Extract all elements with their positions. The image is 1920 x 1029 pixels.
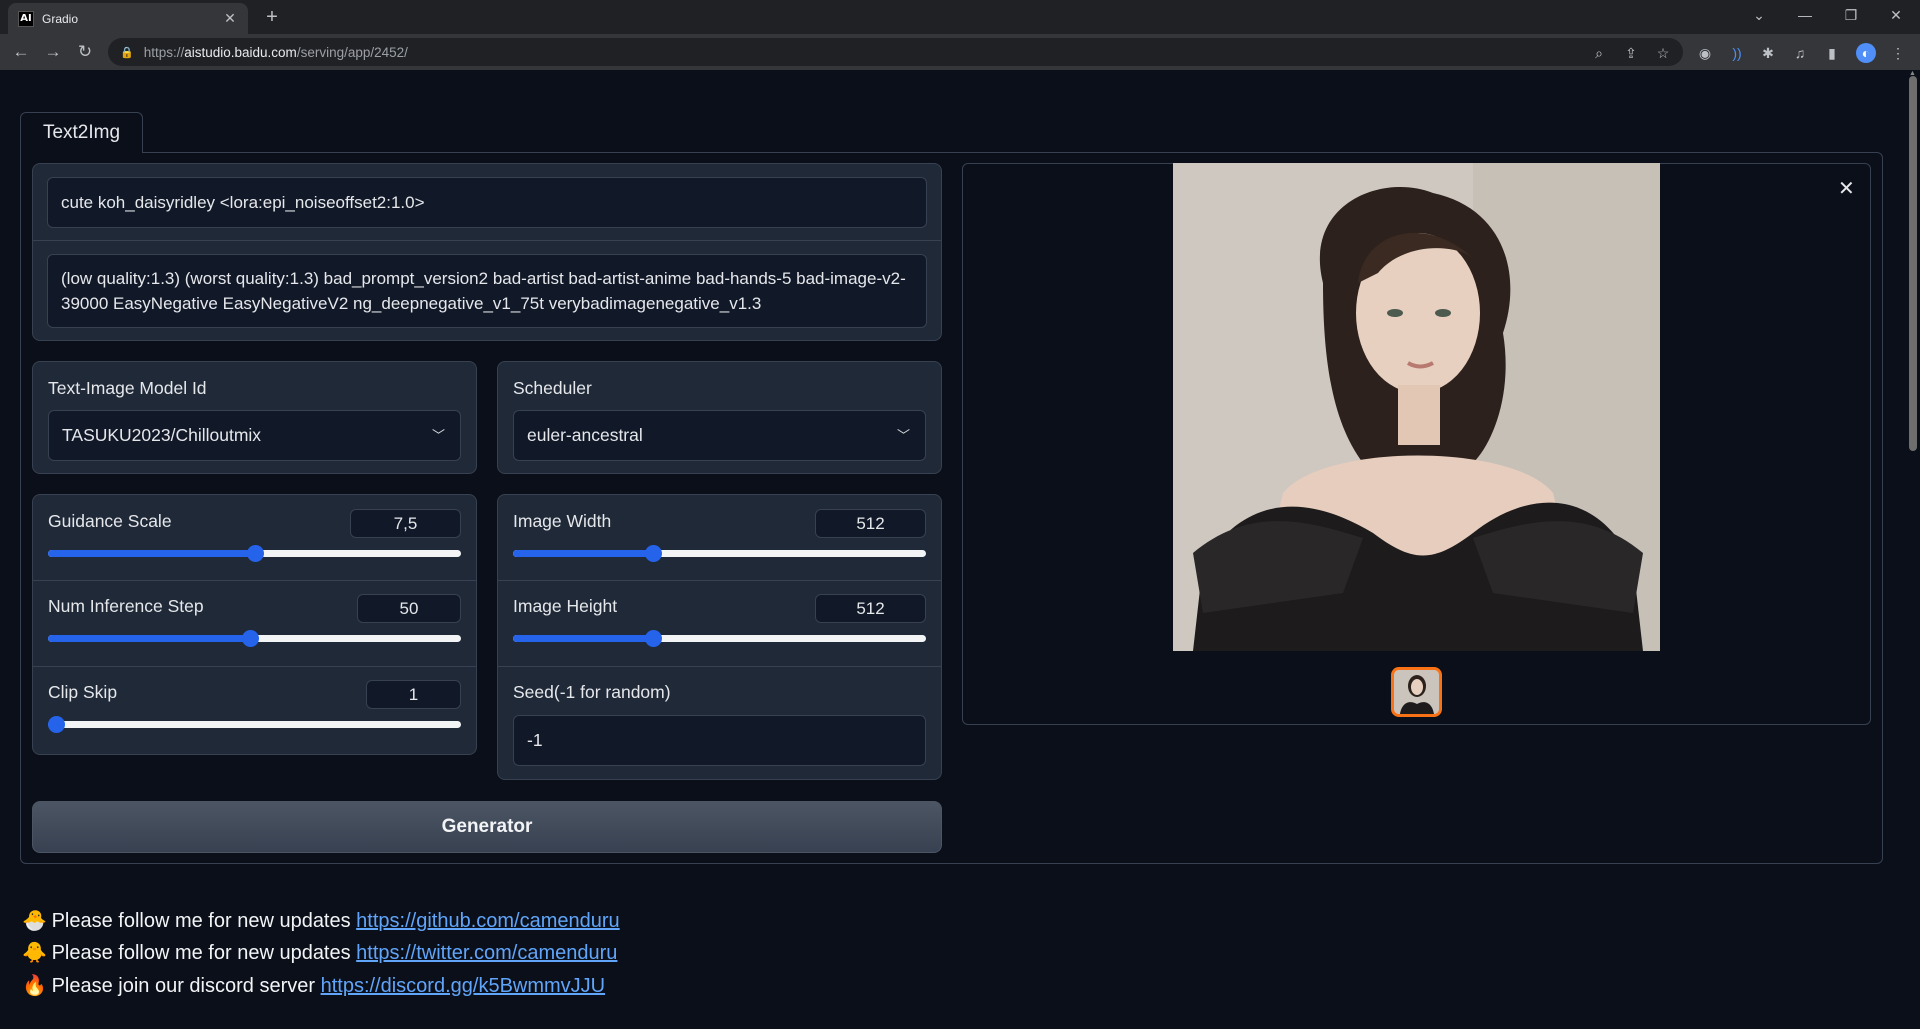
seed-input[interactable]: -1 bbox=[513, 715, 926, 766]
baby-chick-icon: 🐥 bbox=[22, 940, 47, 964]
guidance-label: Guidance Scale bbox=[48, 511, 172, 531]
new-tab-icon[interactable]: + bbox=[260, 6, 284, 30]
slider-handle[interactable] bbox=[242, 630, 260, 647]
chick-icon: 🐣 bbox=[22, 908, 47, 932]
chevron-down-icon: ﹀ bbox=[431, 428, 445, 443]
model-dropdown[interactable]: TASUKU2023/Chilloutmix ﹀ bbox=[48, 410, 461, 461]
divider bbox=[498, 580, 941, 581]
prompt-input[interactable]: cute koh_daisyridley <lora:epi_noiseoffs… bbox=[47, 177, 927, 228]
close-icon[interactable]: ✕ bbox=[1838, 176, 1855, 201]
slider-handle[interactable] bbox=[246, 545, 264, 562]
width-slider[interactable] bbox=[513, 545, 926, 562]
extension-speech-icon[interactable]: )) bbox=[1727, 43, 1747, 63]
generate-button[interactable]: Generator bbox=[32, 801, 942, 853]
close-window-icon[interactable]: ✕ bbox=[1876, 4, 1916, 28]
height-number-input[interactable]: 512 bbox=[815, 594, 926, 623]
negative-prompt-input[interactable]: (low quality:1.3) (worst quality:1.3) ba… bbox=[47, 254, 927, 328]
browser-tab[interactable]: AI Gradio ✕ bbox=[8, 3, 248, 34]
minimize-icon[interactable]: — bbox=[1785, 4, 1825, 28]
width-label: Image Width bbox=[513, 511, 612, 531]
browser-toolbar: ← → ↻ 🔒 https://aistudio.baidu.com/servi… bbox=[0, 34, 1920, 70]
steps-label: Num Inference Step bbox=[48, 596, 204, 616]
slider-fill bbox=[48, 550, 255, 557]
scroll-thumb[interactable] bbox=[1909, 76, 1917, 451]
guidance-slider[interactable] bbox=[48, 545, 461, 562]
zoom-icon[interactable]: ⌕ bbox=[1590, 44, 1608, 62]
footer-text: Please follow me for new updates bbox=[51, 942, 357, 964]
tab-close-icon[interactable]: ✕ bbox=[222, 10, 238, 27]
fire-icon: 🔥 bbox=[22, 973, 47, 997]
extensions-puzzle-icon[interactable]: ✱ bbox=[1758, 43, 1778, 63]
restore-icon[interactable]: ❐ bbox=[1831, 4, 1871, 28]
footer-line-github: 🐣 Please follow me for new updates https… bbox=[22, 908, 620, 933]
extension-record-icon[interactable]: ◉ bbox=[1695, 43, 1715, 63]
divider bbox=[33, 580, 476, 581]
divider bbox=[33, 666, 476, 667]
steps-slider[interactable] bbox=[48, 630, 461, 647]
slider-fill bbox=[48, 635, 251, 642]
model-label: Text-Image Model Id bbox=[48, 378, 207, 398]
twitter-link[interactable]: https://twitter.com/camenduru bbox=[356, 942, 617, 964]
bookmark-star-icon[interactable]: ☆ bbox=[1654, 44, 1672, 62]
slider-fill bbox=[513, 635, 654, 642]
clip-skip-slider[interactable] bbox=[48, 716, 461, 733]
menu-kebab-icon[interactable]: ⋮ bbox=[1888, 43, 1908, 63]
slider-handle[interactable] bbox=[645, 545, 663, 562]
seed-label: Seed(-1 for random) bbox=[513, 682, 671, 702]
scheduler-dropdown[interactable]: euler-ancestral ﹀ bbox=[513, 410, 926, 461]
tab-search-icon[interactable]: ⌄ bbox=[1739, 4, 1779, 28]
thumbnail-image bbox=[1394, 670, 1439, 714]
width-number-input[interactable]: 512 bbox=[815, 509, 926, 538]
scheduler-label: Scheduler bbox=[513, 378, 592, 398]
tab-text2img[interactable]: Text2Img bbox=[20, 112, 143, 153]
footer-text: Please join our discord server bbox=[51, 975, 321, 997]
footer-text: Please follow me for new updates bbox=[51, 910, 357, 932]
tab-title: Gradio bbox=[42, 11, 79, 26]
left-slider-group: Guidance Scale 7,5 Num Inference Step 50… bbox=[32, 494, 477, 755]
forward-icon[interactable]: → bbox=[41, 40, 65, 64]
github-link[interactable]: https://github.com/camenduru bbox=[356, 910, 619, 932]
back-icon[interactable]: ← bbox=[9, 40, 33, 64]
slider-handle[interactable] bbox=[645, 630, 663, 647]
chevron-down-icon: ﹀ bbox=[896, 428, 910, 443]
footer-line-twitter: 🐥 Please follow me for new updates https… bbox=[22, 940, 617, 965]
model-group: Text-Image Model Id TASUKU2023/Chilloutm… bbox=[32, 361, 477, 474]
url-text: https://aistudio.baidu.com/serving/app/2… bbox=[143, 44, 408, 60]
address-bar[interactable]: 🔒 https://aistudio.baidu.com/serving/app… bbox=[108, 38, 1683, 66]
generated-image[interactable] bbox=[1173, 163, 1660, 651]
height-slider[interactable] bbox=[513, 630, 926, 647]
side-panel-icon[interactable]: ▮ bbox=[1822, 43, 1842, 63]
prompt-group: cute koh_daisyridley <lora:epi_noiseoffs… bbox=[32, 163, 942, 341]
footer-line-discord: 🔥 Please join our discord server https:/… bbox=[22, 973, 605, 998]
steps-number-input[interactable]: 50 bbox=[357, 594, 461, 623]
divider bbox=[33, 240, 941, 241]
clip-skip-number-input[interactable]: 1 bbox=[366, 680, 461, 709]
browser-tabbar: AI Gradio ✕ + ⌄ — ❐ ✕ bbox=[0, 0, 1920, 34]
guidance-number-input[interactable]: 7,5 bbox=[350, 509, 461, 538]
reload-icon[interactable]: ↻ bbox=[73, 40, 97, 64]
divider bbox=[498, 666, 941, 667]
gallery-thumbnail[interactable] bbox=[1391, 667, 1442, 717]
scheduler-value: euler-ancestral bbox=[527, 425, 643, 445]
slider-fill bbox=[513, 550, 654, 557]
media-control-icon[interactable]: ♫ bbox=[1790, 43, 1810, 63]
clip-skip-label: Clip Skip bbox=[48, 682, 118, 702]
page-scrollbar[interactable]: ▲ bbox=[1906, 70, 1920, 1029]
model-value: TASUKU2023/Chilloutmix bbox=[62, 425, 262, 445]
profile-avatar-icon[interactable]: ◐ bbox=[1856, 43, 1876, 63]
portrait-image bbox=[1173, 163, 1660, 651]
favicon-icon: AI bbox=[18, 10, 34, 27]
right-slider-group: Image Width 512 Image Height 512 Seed(-1… bbox=[497, 494, 942, 780]
lock-icon: 🔒 bbox=[120, 46, 134, 59]
slider-handle[interactable] bbox=[48, 716, 65, 733]
height-label: Image Height bbox=[513, 596, 618, 616]
share-icon[interactable]: ⇪ bbox=[1622, 44, 1640, 62]
discord-link[interactable]: https://discord.gg/k5BwmmvJJU bbox=[321, 975, 606, 997]
scheduler-group: Scheduler euler-ancestral ﹀ bbox=[497, 361, 942, 474]
